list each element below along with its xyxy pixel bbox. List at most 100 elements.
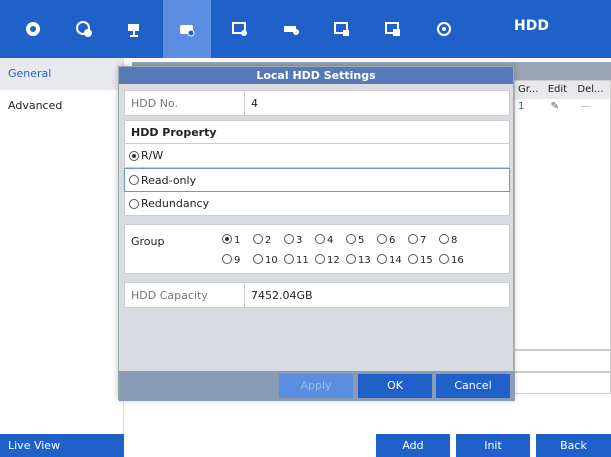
group-option-10[interactable]: 10 <box>253 251 284 271</box>
col-delete: Del... <box>577 84 604 95</box>
property-rw-label: R/W <box>141 149 164 162</box>
property-redundancy[interactable]: Redundancy <box>124 192 510 216</box>
radio-group-3[interactable] <box>284 234 294 244</box>
hdd-capacity-label: HDD Capacity <box>125 283 245 307</box>
radio-group-9[interactable] <box>222 254 232 264</box>
table-row[interactable]: 1 ✎ — <box>515 99 610 115</box>
group-option-label: 10 <box>265 255 278 266</box>
group-option-13[interactable]: 13 <box>346 251 377 271</box>
radio-redundancy[interactable] <box>129 198 139 209</box>
alarm-icon[interactable] <box>268 0 313 58</box>
cell-group: 1 <box>518 101 525 112</box>
record-icon[interactable] <box>163 0 211 58</box>
group-option-2[interactable]: 2 <box>253 231 284 251</box>
group-option-4[interactable]: 4 <box>315 231 346 251</box>
group-option-9[interactable]: 9 <box>222 251 253 271</box>
group-option-label: 7 <box>420 235 427 246</box>
radio-group-13[interactable] <box>346 254 356 264</box>
property-redundancy-label: Redundancy <box>141 197 210 210</box>
cancel-button[interactable]: Cancel <box>436 374 510 398</box>
radio-group-6[interactable] <box>377 234 387 244</box>
edit-icon[interactable]: ✎ <box>545 99 575 115</box>
group-option-label: 1 <box>234 235 241 246</box>
apply-button[interactable]: Apply <box>279 374 353 398</box>
dialog-button-bar: Apply OK Cancel <box>119 371 515 401</box>
radio-rw[interactable] <box>129 150 139 161</box>
group-option-7[interactable]: 7 <box>408 231 439 251</box>
group-option-12[interactable]: 12 <box>315 251 346 271</box>
group-label: Group <box>131 235 165 248</box>
radio-group-5[interactable] <box>346 234 356 244</box>
radio-read-only[interactable] <box>129 175 139 185</box>
group-option-label: 8 <box>451 235 458 246</box>
group-option-16[interactable]: 16 <box>439 251 470 271</box>
group-option-label: 11 <box>296 255 309 266</box>
group-option-label: 14 <box>389 255 402 266</box>
hdd-property-header: HDD Property <box>124 120 510 144</box>
hdd-capacity-row: HDD Capacity 7452.04GB <box>124 282 510 308</box>
radio-group-8[interactable] <box>439 234 449 244</box>
live-view-button[interactable]: Live View <box>0 434 124 457</box>
back-button[interactable]: Back <box>536 434 611 457</box>
hdd-icon[interactable] <box>370 0 415 58</box>
local-hdd-settings-dialog: Local HDD Settings HDD No. 4 HDD Propert… <box>118 66 515 401</box>
top-toolbar: HDD <box>0 0 611 58</box>
hdd-table: Gr... Edit Del... 1 ✎ — <box>514 80 611 350</box>
group-option-3[interactable]: 3 <box>284 231 315 251</box>
group-option-label: 5 <box>358 235 365 246</box>
radio-group-14[interactable] <box>377 254 387 264</box>
add-button[interactable]: Add <box>376 434 450 457</box>
hdd-no-row: HDD No. 4 <box>124 90 510 116</box>
group-option-11[interactable]: 11 <box>284 251 315 271</box>
group-row: Group 1 2 3 4 5 6 7 8 9 10 11 12 13 14 15 16 <box>124 224 510 274</box>
group-option-label: 13 <box>358 255 371 266</box>
page-title: HDD <box>514 18 549 34</box>
network-icon[interactable] <box>319 0 364 58</box>
col-group: Gr... <box>518 84 539 95</box>
radio-group-11[interactable] <box>284 254 294 264</box>
hdd-no-value: 4 <box>251 96 258 110</box>
group-option-8[interactable]: 8 <box>439 231 470 251</box>
radio-group-12[interactable] <box>315 254 325 264</box>
radio-group-1[interactable] <box>222 234 232 244</box>
info-field <box>514 350 611 372</box>
delete-icon[interactable]: — <box>574 99 610 115</box>
dialog-title: Local HDD Settings <box>119 67 513 84</box>
group-option-label: 16 <box>451 255 464 266</box>
sidebar-item-general[interactable]: General <box>0 58 123 90</box>
group-option-5[interactable]: 5 <box>346 231 377 251</box>
sidebar-item-advanced[interactable]: Advanced <box>0 90 123 122</box>
group-option-label: 12 <box>327 255 340 266</box>
bottom-bar: Live View Add Init Back <box>0 434 611 457</box>
radio-group-16[interactable] <box>439 254 449 264</box>
group-option-6[interactable]: 6 <box>377 231 408 251</box>
property-rw[interactable]: R/W <box>124 144 510 168</box>
playback-icon[interactable] <box>61 0 106 58</box>
group-option-label: 6 <box>389 235 396 246</box>
group-option-1[interactable]: 1 <box>222 231 253 251</box>
property-read-only[interactable]: Read-only <box>124 168 510 192</box>
property-read-only-label: Read-only <box>141 173 197 187</box>
init-button[interactable]: Init <box>456 434 530 457</box>
system-icon[interactable] <box>421 0 466 58</box>
radio-group-10[interactable] <box>253 254 263 264</box>
camera-icon[interactable] <box>112 0 157 58</box>
hdd-table-header: Gr... Edit Del... <box>515 81 610 99</box>
group-option-label: 3 <box>296 235 303 246</box>
radio-group-15[interactable] <box>408 254 418 264</box>
group-option-label: 15 <box>420 255 433 266</box>
ok-button[interactable]: OK <box>358 374 432 398</box>
group-option-14[interactable]: 14 <box>377 251 408 271</box>
storage-icon[interactable] <box>217 0 262 58</box>
radio-group-4[interactable] <box>315 234 325 244</box>
sidebar: General Advanced <box>0 58 124 434</box>
group-option-15[interactable]: 15 <box>408 251 439 271</box>
dialog-body: HDD No. 4 HDD Property R/W Read-only Red… <box>124 90 510 308</box>
info-field <box>514 372 611 394</box>
group-option-label: 4 <box>327 235 334 246</box>
radio-group-7[interactable] <box>408 234 418 244</box>
radio-group-2[interactable] <box>253 234 263 244</box>
group-radio-grid: 1 2 3 4 5 6 7 8 9 10 11 12 13 14 15 16 <box>222 231 472 271</box>
live-view-icon[interactable] <box>10 0 55 58</box>
group-option-label: 2 <box>265 235 272 246</box>
